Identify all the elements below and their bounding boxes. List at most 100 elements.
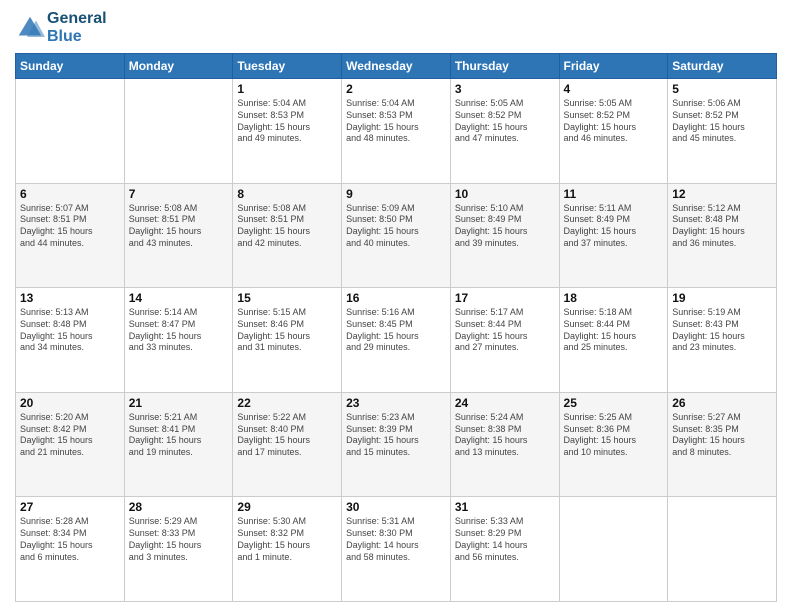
day-number: 3 bbox=[455, 82, 555, 96]
calendar-cell: 27 Sunrise: 5:28 AM Sunset: 8:34 PM Dayli… bbox=[16, 497, 125, 602]
day-number: 15 bbox=[237, 291, 337, 305]
calendar-cell bbox=[668, 497, 777, 602]
calendar-cell: 17Sunrise: 5:17 AM Sunset: 8:44 PM Dayli… bbox=[450, 288, 559, 393]
calendar-cell: 6 Sunrise: 5:07 AM Sunset: 8:51 PM Daylig… bbox=[16, 183, 125, 288]
cell-info: Sunrise: 5:23 AM Sunset: 8:39 PM Dayligh… bbox=[346, 412, 446, 459]
calendar-cell: 2Sunrise: 5:04 AM Sunset: 8:53 PM Daylig… bbox=[342, 79, 451, 184]
day-number: 28 bbox=[129, 500, 229, 514]
calendar-week-row: 13 Sunrise: 5:13 AM Sunset: 8:48 PM Dayli… bbox=[16, 288, 777, 393]
cell-info: Sunrise: 5:06 AM Sunset: 8:52 PM Dayligh… bbox=[672, 98, 772, 145]
cell-info: Sunrise: 5:27 AM Sunset: 8:35 PM Dayligh… bbox=[672, 412, 772, 459]
day-number: 27 bbox=[20, 500, 120, 514]
calendar-cell: 18Sunrise: 5:18 AM Sunset: 8:44 PM Dayli… bbox=[559, 288, 668, 393]
cell-info: Sunrise: 5:08 AM Sunset: 8:51 PM Dayligh… bbox=[129, 203, 229, 250]
day-number: 26 bbox=[672, 396, 772, 410]
calendar-cell: 20 Sunrise: 5:20 AM Sunset: 8:42 PM Dayli… bbox=[16, 392, 125, 497]
day-number: 5 bbox=[672, 82, 772, 96]
calendar-table: SundayMondayTuesdayWednesdayThursdayFrid… bbox=[15, 53, 777, 602]
cell-info: Sunrise: 5:15 AM Sunset: 8:46 PM Dayligh… bbox=[237, 307, 337, 354]
cell-info: Sunrise: 5:19 AM Sunset: 8:43 PM Dayligh… bbox=[672, 307, 772, 354]
day-number: 18 bbox=[564, 291, 664, 305]
calendar-cell: 9 Sunrise: 5:09 AM Sunset: 8:50 PM Daylig… bbox=[342, 183, 451, 288]
cell-info: Sunrise: 5:11 AM Sunset: 8:49 PM Dayligh… bbox=[564, 203, 664, 250]
day-number: 31 bbox=[455, 500, 555, 514]
cell-info: Sunrise: 5:04 AM Sunset: 8:53 PM Dayligh… bbox=[237, 98, 337, 145]
cell-info: Sunrise: 5:25 AM Sunset: 8:36 PM Dayligh… bbox=[564, 412, 664, 459]
calendar-cell: 31 Sunrise: 5:33 AM Sunset: 8:29 PM Dayli… bbox=[450, 497, 559, 602]
calendar-cell: 23 Sunrise: 5:23 AM Sunset: 8:39 PM Dayli… bbox=[342, 392, 451, 497]
day-number: 13 bbox=[20, 291, 120, 305]
day-number: 6 bbox=[20, 187, 120, 201]
day-number: 12 bbox=[672, 187, 772, 201]
calendar-cell: 10 Sunrise: 5:10 AM Sunset: 8:49 PM Dayli… bbox=[450, 183, 559, 288]
cell-info: Sunrise: 5:14 AM Sunset: 8:47 PM Dayligh… bbox=[129, 307, 229, 354]
calendar-week-row: 27 Sunrise: 5:28 AM Sunset: 8:34 PM Dayli… bbox=[16, 497, 777, 602]
day-number: 21 bbox=[129, 396, 229, 410]
calendar-cell: 14 Sunrise: 5:14 AM Sunset: 8:47 PM Dayli… bbox=[124, 288, 233, 393]
calendar-cell: 28 Sunrise: 5:29 AM Sunset: 8:33 PM Dayli… bbox=[124, 497, 233, 602]
calendar-week-row: 1Sunrise: 5:04 AM Sunset: 8:53 PM Daylig… bbox=[16, 79, 777, 184]
calendar-cell: 30 Sunrise: 5:31 AM Sunset: 8:30 PM Dayli… bbox=[342, 497, 451, 602]
weekday-header: Thursday bbox=[450, 54, 559, 79]
logo-text-line1: General bbox=[47, 10, 107, 28]
logo-text-line2: Blue bbox=[47, 28, 107, 46]
calendar-week-row: 6 Sunrise: 5:07 AM Sunset: 8:51 PM Daylig… bbox=[16, 183, 777, 288]
weekday-header: Friday bbox=[559, 54, 668, 79]
calendar-cell: 4 Sunrise: 5:05 AM Sunset: 8:52 PM Daylig… bbox=[559, 79, 668, 184]
cell-info: Sunrise: 5:07 AM Sunset: 8:51 PM Dayligh… bbox=[20, 203, 120, 250]
calendar-cell: 1Sunrise: 5:04 AM Sunset: 8:53 PM Daylig… bbox=[233, 79, 342, 184]
weekday-header: Monday bbox=[124, 54, 233, 79]
day-number: 8 bbox=[237, 187, 337, 201]
weekday-header: Wednesday bbox=[342, 54, 451, 79]
day-number: 19 bbox=[672, 291, 772, 305]
calendar-cell: 13 Sunrise: 5:13 AM Sunset: 8:48 PM Dayli… bbox=[16, 288, 125, 393]
cell-info: Sunrise: 5:10 AM Sunset: 8:49 PM Dayligh… bbox=[455, 203, 555, 250]
calendar-cell: 5 Sunrise: 5:06 AM Sunset: 8:52 PM Daylig… bbox=[668, 79, 777, 184]
cell-info: Sunrise: 5:33 AM Sunset: 8:29 PM Dayligh… bbox=[455, 516, 555, 563]
cell-info: Sunrise: 5:09 AM Sunset: 8:50 PM Dayligh… bbox=[346, 203, 446, 250]
calendar-cell: 21 Sunrise: 5:21 AM Sunset: 8:41 PM Dayli… bbox=[124, 392, 233, 497]
cell-info: Sunrise: 5:05 AM Sunset: 8:52 PM Dayligh… bbox=[564, 98, 664, 145]
day-number: 30 bbox=[346, 500, 446, 514]
logo: General Blue bbox=[15, 10, 107, 45]
cell-info: Sunrise: 5:08 AM Sunset: 8:51 PM Dayligh… bbox=[237, 203, 337, 250]
cell-info: Sunrise: 5:17 AM Sunset: 8:44 PM Dayligh… bbox=[455, 307, 555, 354]
day-number: 20 bbox=[20, 396, 120, 410]
cell-info: Sunrise: 5:21 AM Sunset: 8:41 PM Dayligh… bbox=[129, 412, 229, 459]
day-number: 14 bbox=[129, 291, 229, 305]
weekday-header-row: SundayMondayTuesdayWednesdayThursdayFrid… bbox=[16, 54, 777, 79]
cell-info: Sunrise: 5:28 AM Sunset: 8:34 PM Dayligh… bbox=[20, 516, 120, 563]
logo-icon bbox=[15, 13, 45, 43]
calendar-cell: 15 Sunrise: 5:15 AM Sunset: 8:46 PM Dayli… bbox=[233, 288, 342, 393]
calendar-week-row: 20 Sunrise: 5:20 AM Sunset: 8:42 PM Dayli… bbox=[16, 392, 777, 497]
cell-info: Sunrise: 5:05 AM Sunset: 8:52 PM Dayligh… bbox=[455, 98, 555, 145]
cell-info: Sunrise: 5:13 AM Sunset: 8:48 PM Dayligh… bbox=[20, 307, 120, 354]
day-number: 2 bbox=[346, 82, 446, 96]
weekday-header: Sunday bbox=[16, 54, 125, 79]
calendar-cell: 8 Sunrise: 5:08 AM Sunset: 8:51 PM Daylig… bbox=[233, 183, 342, 288]
calendar-cell: 3 Sunrise: 5:05 AM Sunset: 8:52 PM Daylig… bbox=[450, 79, 559, 184]
day-number: 23 bbox=[346, 396, 446, 410]
day-number: 29 bbox=[237, 500, 337, 514]
calendar-cell: 29 Sunrise: 5:30 AM Sunset: 8:32 PM Dayli… bbox=[233, 497, 342, 602]
cell-info: Sunrise: 5:12 AM Sunset: 8:48 PM Dayligh… bbox=[672, 203, 772, 250]
day-number: 4 bbox=[564, 82, 664, 96]
cell-info: Sunrise: 5:20 AM Sunset: 8:42 PM Dayligh… bbox=[20, 412, 120, 459]
cell-info: Sunrise: 5:30 AM Sunset: 8:32 PM Dayligh… bbox=[237, 516, 337, 563]
cell-info: Sunrise: 5:22 AM Sunset: 8:40 PM Dayligh… bbox=[237, 412, 337, 459]
cell-info: Sunrise: 5:29 AM Sunset: 8:33 PM Dayligh… bbox=[129, 516, 229, 563]
calendar-cell bbox=[559, 497, 668, 602]
day-number: 9 bbox=[346, 187, 446, 201]
weekday-header: Saturday bbox=[668, 54, 777, 79]
day-number: 24 bbox=[455, 396, 555, 410]
calendar-cell: 19 Sunrise: 5:19 AM Sunset: 8:43 PM Dayli… bbox=[668, 288, 777, 393]
calendar-cell: 12 Sunrise: 5:12 AM Sunset: 8:48 PM Dayli… bbox=[668, 183, 777, 288]
weekday-header: Tuesday bbox=[233, 54, 342, 79]
calendar-cell: 25 Sunrise: 5:25 AM Sunset: 8:36 PM Dayli… bbox=[559, 392, 668, 497]
day-number: 10 bbox=[455, 187, 555, 201]
calendar-cell: 7Sunrise: 5:08 AM Sunset: 8:51 PM Daylig… bbox=[124, 183, 233, 288]
calendar-cell: 16Sunrise: 5:16 AM Sunset: 8:45 PM Dayli… bbox=[342, 288, 451, 393]
day-number: 25 bbox=[564, 396, 664, 410]
cell-info: Sunrise: 5:31 AM Sunset: 8:30 PM Dayligh… bbox=[346, 516, 446, 563]
calendar-cell: 26 Sunrise: 5:27 AM Sunset: 8:35 PM Dayli… bbox=[668, 392, 777, 497]
